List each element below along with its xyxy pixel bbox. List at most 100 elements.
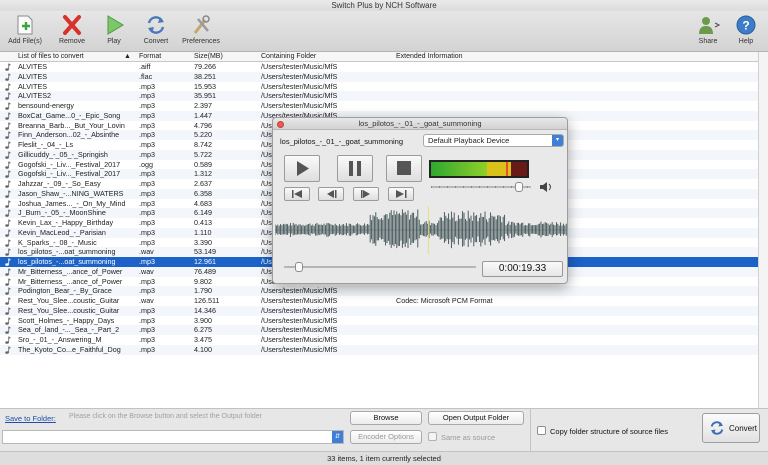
output-folder-combo[interactable]: ⇵ xyxy=(2,430,344,444)
audio-file-icon xyxy=(5,83,11,91)
player-close-icon[interactable] xyxy=(277,121,284,128)
player-play-button[interactable] xyxy=(284,155,320,182)
file-row[interactable]: Sea_of_land_-..._Sea_-_Part_2 .mp3 6.275/U… xyxy=(0,325,758,335)
remove-button[interactable]: Remove xyxy=(50,14,94,45)
cell-format: .mp3 xyxy=(139,188,155,198)
audio-file-icon xyxy=(5,63,11,71)
column-header-folder[interactable]: Containing Folder xyxy=(261,53,316,60)
cell-folder: /Users/tester/Music/MfS xyxy=(261,296,338,305)
player-pause-button[interactable] xyxy=(337,155,373,182)
position-slider-thumb[interactable] xyxy=(295,262,304,272)
audio-file-icon xyxy=(5,326,11,335)
position-slider-track[interactable] xyxy=(284,262,476,272)
cell-size: 15.953 xyxy=(194,81,216,91)
cell-format: .wav xyxy=(139,247,154,257)
level-meter-red xyxy=(511,162,527,176)
player-pause-icon xyxy=(349,161,361,176)
cell-format: .aiff xyxy=(139,62,151,71)
cell-size: 5.722 xyxy=(194,149,212,159)
column-header-size[interactable]: Size(MB) xyxy=(194,53,223,60)
cell-format: .mp3 xyxy=(139,91,155,101)
cell-name: Sea_of_land_-..._Sea_-_Part_2 xyxy=(18,325,120,335)
cell-format: .mp3 xyxy=(139,305,155,315)
audio-file-icon xyxy=(5,278,11,286)
share-icon xyxy=(699,17,720,34)
cell-format: .mp3 xyxy=(139,120,155,130)
same-as-source-label: Same as source xyxy=(441,433,496,442)
add-files-button[interactable]: Add File(s) xyxy=(3,14,47,45)
cell-name: ALVITES xyxy=(18,62,48,71)
cell-format: .wav xyxy=(139,266,154,276)
open-output-folder-button[interactable]: Open Output Folder xyxy=(428,411,524,425)
cell-size: 1.447 xyxy=(194,110,212,120)
step-forward-button[interactable] xyxy=(353,187,379,201)
column-header-info[interactable]: Extended Information xyxy=(396,53,463,60)
cell-format: .mp3 xyxy=(139,325,155,335)
help-button[interactable]: ? Help xyxy=(724,14,768,45)
cell-name: J_Burn_-_05_-_MoonShine xyxy=(18,208,106,218)
cell-size: 1.790 xyxy=(194,286,212,296)
convert-button-label: Convert xyxy=(729,424,758,433)
file-row[interactable]: The_Kyoto_Co...e_Faithful_Dog .mp3 4.100/U… xyxy=(0,344,758,355)
play-button[interactable]: Play xyxy=(92,14,136,45)
browse-button[interactable]: Browse xyxy=(350,411,422,425)
playback-device-select[interactable]: Default Playback Device ▾ xyxy=(423,134,564,147)
save-to-folder-label[interactable]: Save to Folder: xyxy=(5,414,56,423)
file-row[interactable]: ALVITES .flac 38.251/Users/tester/Music/Mf… xyxy=(0,71,758,82)
cell-name: Jason_Shaw_-...NING_WATERS xyxy=(18,188,124,198)
cell-name: Mr_Bitterness_...ance_of_Power xyxy=(18,266,123,276)
toolbar: Add File(s) Remove Play Convert Preferen… xyxy=(0,11,768,52)
cell-name: Finn_Anderson...02_-_Absinthe xyxy=(18,130,120,140)
cell-name: Fleslit_-_04_-_Ls xyxy=(18,140,74,149)
audio-file-icon xyxy=(5,307,11,315)
step-back-button[interactable] xyxy=(318,187,344,201)
copy-folder-structure-checkbox[interactable] xyxy=(537,426,546,435)
file-row[interactable]: Rest_You_Slee...coustic_Guitar .mp3 14.346… xyxy=(0,305,758,316)
waveform-display[interactable] xyxy=(275,206,567,254)
volume-slider-thumb[interactable] xyxy=(515,182,523,192)
file-row[interactable]: ALVITES .mp3 15.953/Users/tester/Music/MfS xyxy=(0,82,758,92)
help-icon: ? xyxy=(736,15,756,35)
same-as-source-checkbox[interactable] xyxy=(428,432,437,441)
step-back-icon xyxy=(327,190,337,198)
output-folder-placeholder[interactable]: Please click on the Browse button and se… xyxy=(65,411,342,425)
cell-name: ALVITES xyxy=(18,81,48,91)
file-row[interactable]: ALVITES2 .mp3 35.951/Users/tester/Music/Mf… xyxy=(0,91,758,101)
convert-arrows-icon xyxy=(147,16,165,34)
file-row[interactable]: Sro_-_01_-_Answering_M .mp3 3.475/Users/te… xyxy=(0,335,758,345)
encoder-options-button[interactable]: Encoder Options xyxy=(350,430,422,444)
column-header-name[interactable]: List of files to convert xyxy=(18,53,84,60)
cell-format: .mp3 xyxy=(139,344,155,354)
column-header-format[interactable]: Format xyxy=(139,53,161,60)
cell-format: .wav xyxy=(139,296,154,305)
cell-folder: /Users/tester/Music/MfS xyxy=(261,315,338,325)
cell-folder: /Users/tester/Music/MfS xyxy=(261,286,338,296)
convert-button[interactable]: Convert xyxy=(702,413,760,443)
file-row[interactable]: Podington_Bear_-_By_Grace .mp3 1.790/Users… xyxy=(0,286,758,296)
skip-end-button[interactable] xyxy=(388,187,414,201)
audio-file-icon xyxy=(5,122,11,130)
device-dropdown-icon: ▾ xyxy=(552,135,563,146)
preferences-label: Preferences xyxy=(182,38,220,45)
audio-file-icon xyxy=(5,92,11,101)
list-scrollbar[interactable] xyxy=(758,52,768,408)
player-stop-button[interactable] xyxy=(386,155,422,182)
volume-slider-track[interactable] xyxy=(431,182,531,192)
cell-size: 1.312 xyxy=(194,169,212,179)
preferences-button[interactable]: Preferences xyxy=(179,14,223,45)
sort-arrow-icon: ▲ xyxy=(124,53,131,60)
file-row[interactable]: Scott_Holmes_-_Happy_Days .mp3 3.900/Users… xyxy=(0,316,758,326)
skip-start-button[interactable] xyxy=(284,187,310,201)
file-row[interactable]: bensound-energy .mp3 2.397/Users/tester/Mu… xyxy=(0,101,758,111)
convert-toolbar-button[interactable]: Convert xyxy=(134,14,178,45)
cell-name: Rest_You_Slee...coustic_Guitar xyxy=(18,305,120,315)
cell-info: Codec: Microsoft PCM Format xyxy=(396,296,493,305)
file-row[interactable]: ALVITES .aiff 79.266/Users/tester/Music/Mf… xyxy=(0,62,758,72)
playback-device-value: Default Playback Device xyxy=(428,136,510,145)
cell-format: .mp3 xyxy=(139,237,155,247)
audio-file-icon xyxy=(5,131,11,140)
cell-format: .mp3 xyxy=(139,198,155,208)
cell-format: .mp3 xyxy=(139,315,155,325)
level-meter xyxy=(429,160,529,178)
file-row[interactable]: Rest_You_Slee...coustic_Guitar .wav 126.51… xyxy=(0,296,758,306)
